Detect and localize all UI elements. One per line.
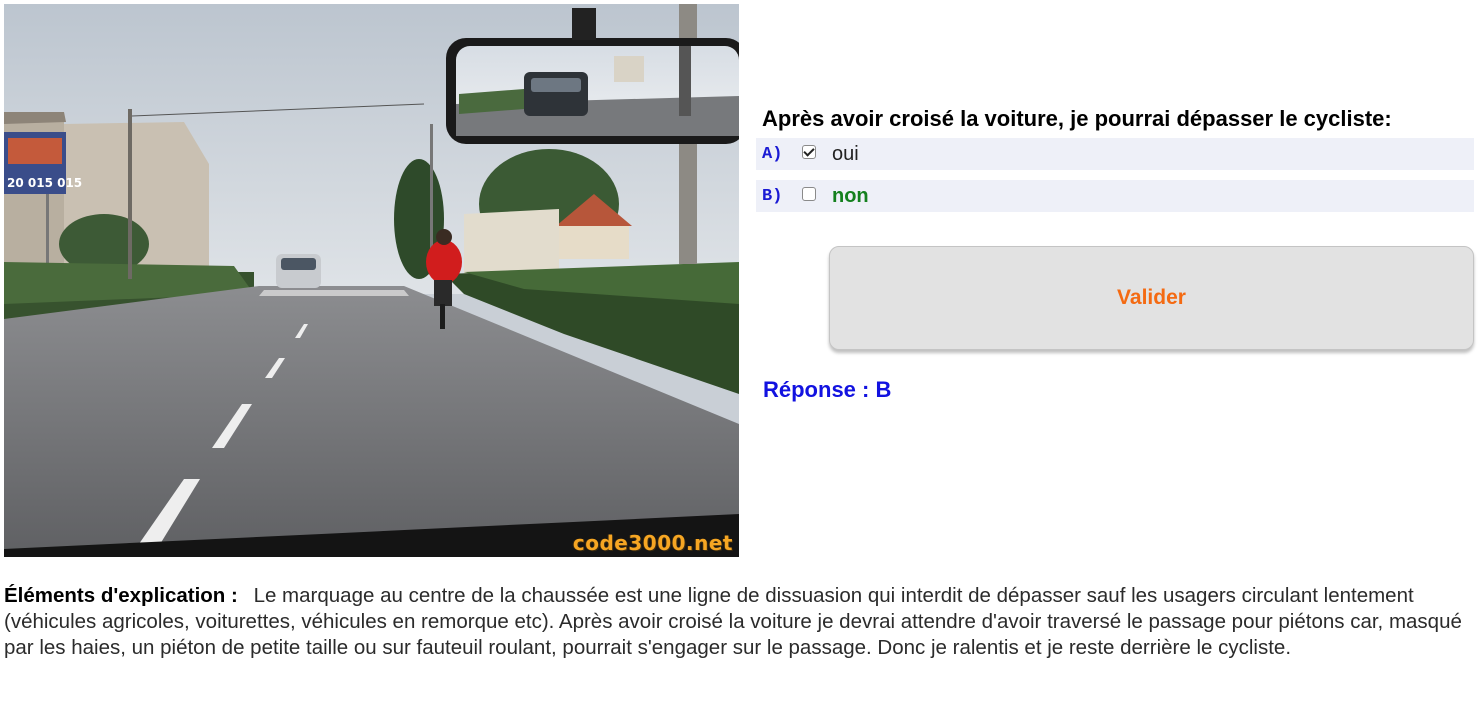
driving-scene-image: 20 015 015 code3000.net xyxy=(4,4,739,557)
answer-a-checkbox[interactable] xyxy=(802,145,816,159)
explanation-block: Éléments d'explication : Le marquage au … xyxy=(4,583,1474,661)
billboard-text: 20 015 015 xyxy=(7,176,82,190)
answer-b-checkbox[interactable] xyxy=(802,187,816,201)
answer-option-a[interactable]: A) oui xyxy=(756,138,1474,170)
question-text: Après avoir croisé la voiture, je pourra… xyxy=(762,106,1392,131)
answer-option-b[interactable]: B) non xyxy=(756,180,1474,212)
answer-a-label: oui xyxy=(832,142,859,165)
scene-illustration: 20 015 015 xyxy=(4,4,739,557)
answer-letter-b: B) xyxy=(762,186,783,206)
response-text: Réponse : B xyxy=(763,377,892,402)
validate-button[interactable]: Valider xyxy=(829,246,1474,350)
explanation-heading: Éléments d'explication : xyxy=(4,584,238,607)
watermark-text: code3000.net xyxy=(572,531,733,555)
answer-b-label: non xyxy=(832,184,869,207)
answer-letter-a: A) xyxy=(762,144,783,164)
